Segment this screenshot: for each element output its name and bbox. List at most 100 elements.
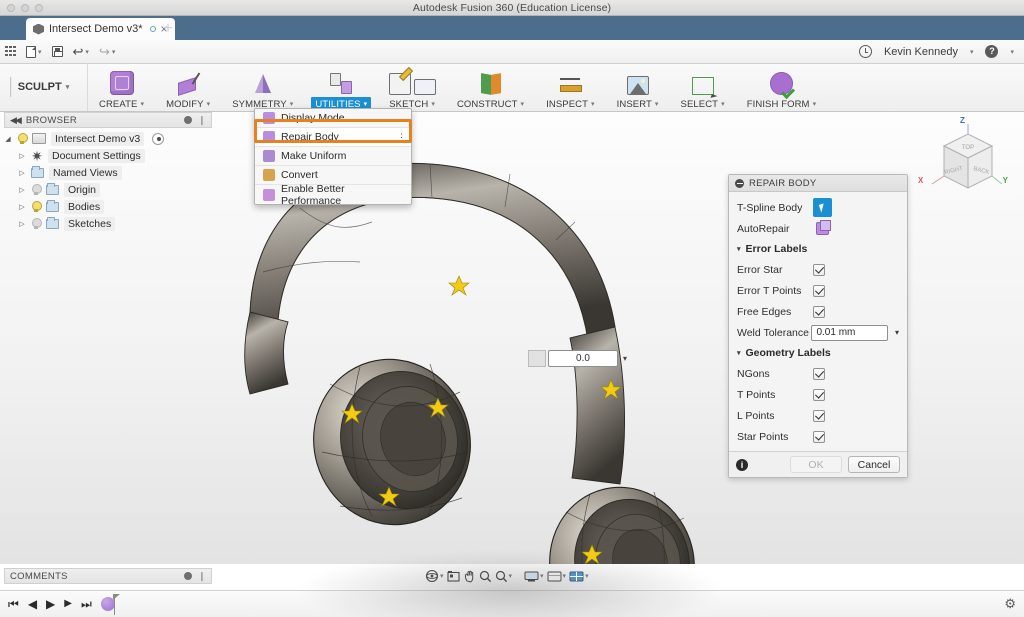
- redo-button[interactable]: ↪ ▾: [94, 40, 120, 64]
- group-error-labels[interactable]: ▾ Error Labels: [729, 239, 907, 259]
- expand-arrow-icon[interactable]: ▷: [18, 203, 26, 211]
- dialog-body: T-Spline Body AutoRepair ▾ Error Labels …: [729, 192, 907, 447]
- autorepair-button[interactable]: [813, 219, 832, 238]
- show-data-panel-button[interactable]: [0, 40, 21, 64]
- timeline-feature-marker[interactable]: [101, 594, 121, 614]
- ribbon-group-select[interactable]: SELECT▾: [670, 63, 736, 111]
- checkbox-error-t-points[interactable]: [813, 285, 825, 297]
- help-icon[interactable]: ?: [985, 45, 998, 58]
- checkbox-l-points[interactable]: [813, 410, 825, 422]
- timeline-go-to-end-button[interactable]: ⏭: [81, 598, 92, 610]
- new-tab-button[interactable]: +: [155, 18, 181, 40]
- timeline-step-back-button[interactable]: ◀: [28, 598, 37, 610]
- save-button[interactable]: [47, 40, 68, 64]
- ribbon-group-sketch[interactable]: SKETCH▾: [378, 63, 446, 111]
- expand-arrow-icon[interactable]: ▷: [18, 169, 26, 177]
- expand-arrow-icon[interactable]: ▷: [18, 152, 26, 160]
- menu-overflow-icon[interactable]: ⋮: [397, 134, 403, 141]
- value-input[interactable]: 0.0: [548, 350, 618, 367]
- checkbox-free-edges[interactable]: [813, 306, 825, 318]
- viewports-button[interactable]: ▾: [569, 570, 589, 583]
- document-tab-label: Intersect Demo v3*: [49, 23, 143, 35]
- timeline-play-button[interactable]: ▶: [46, 598, 55, 610]
- ribbon-group-finish-form[interactable]: FINISH FORM▾: [736, 63, 827, 111]
- chevron-down-icon[interactable]: ▾: [623, 354, 627, 363]
- group-geometry-labels[interactable]: ▾ Geometry Labels: [729, 343, 907, 363]
- visibility-bulb-icon[interactable]: [31, 201, 41, 213]
- ribbon-group-modify[interactable]: MODIFY▾: [155, 63, 221, 111]
- ribbon-group-insert[interactable]: INSERT▾: [606, 63, 670, 111]
- tree-item-named-views[interactable]: ▷ Named Views: [4, 164, 214, 181]
- expand-arrow-icon[interactable]: ▷: [18, 220, 26, 228]
- ribbon-group-construct[interactable]: CONSTRUCT▾: [446, 63, 535, 111]
- dialog-menu-icon[interactable]: [735, 179, 744, 188]
- chevron-down-icon[interactable]: ▾: [970, 48, 974, 56]
- expand-arrow-icon[interactable]: ◢: [4, 135, 12, 143]
- visibility-bulb-icon[interactable]: [17, 133, 27, 145]
- settings-gear-icon[interactable]: ⚙: [1004, 596, 1016, 612]
- view-cube-graphic[interactable]: TOP RIGHT BACK: [916, 116, 1010, 208]
- window-titlebar: Autodesk Fusion 360 (Education License): [0, 0, 1024, 16]
- construct-icon: [480, 73, 502, 95]
- browser-options-icon[interactable]: [184, 116, 192, 124]
- ribbon-group-symmetry[interactable]: SYMMETRY▾: [221, 63, 304, 111]
- look-at-button[interactable]: [447, 570, 460, 583]
- tree-item-origin[interactable]: ▷ Origin: [4, 181, 214, 198]
- info-icon[interactable]: i: [736, 459, 748, 471]
- utilities-dropdown-menu[interactable]: Display Mode Repair Body ⋮ Make Uniform …: [254, 108, 412, 205]
- zoom-window-button[interactable]: ▾: [495, 570, 513, 583]
- visibility-bulb-icon[interactable]: [31, 218, 41, 230]
- tree-item-document-settings[interactable]: ▷ Document Settings: [4, 147, 214, 164]
- document-tab[interactable]: Intersect Demo v3* ×: [26, 18, 175, 40]
- orbit-icon: [425, 569, 439, 583]
- visibility-bulb-icon[interactable]: [31, 184, 41, 196]
- chevron-down-icon[interactable]: ▾: [895, 328, 899, 337]
- ribbon-group-inspect[interactable]: INSPECT▾: [535, 63, 606, 111]
- ribbon-label-construct: CONSTRUCT: [457, 99, 518, 110]
- checkbox-ngons[interactable]: [813, 368, 825, 380]
- view-cube[interactable]: TOP RIGHT BACK Z X Y: [916, 116, 1010, 208]
- comments-options-icon[interactable]: [184, 572, 192, 580]
- tree-item-label: Named Views: [49, 166, 122, 180]
- user-menu-label[interactable]: Kevin Kennedy: [884, 46, 958, 58]
- repair-body-dialog[interactable]: REPAIR BODY T-Spline Body AutoRepair ▾ E…: [728, 174, 908, 478]
- display-settings-button[interactable]: ▾: [524, 570, 544, 583]
- value-drag-handle[interactable]: [528, 350, 546, 367]
- checkbox-t-points[interactable]: [813, 389, 825, 401]
- collapse-browser-icon[interactable]: ◀◀: [10, 115, 20, 126]
- zoom-button[interactable]: [479, 570, 492, 583]
- pan-button[interactable]: [463, 570, 476, 583]
- timeline-go-to-beginning-button[interactable]: ⏮: [8, 598, 19, 610]
- ok-button[interactable]: OK: [790, 456, 842, 473]
- ribbon-group-create[interactable]: CREATE▾: [88, 63, 155, 111]
- checkbox-error-star[interactable]: [813, 264, 825, 276]
- expand-arrow-icon[interactable]: ▷: [18, 186, 26, 194]
- tree-item-bodies[interactable]: ▷ Bodies: [4, 198, 214, 215]
- cancel-button[interactable]: Cancel: [848, 456, 900, 473]
- orbit-button[interactable]: ▾: [425, 569, 444, 583]
- component-eye-icon[interactable]: [152, 133, 164, 145]
- group-title-error-labels: Error Labels: [746, 243, 808, 255]
- timeline-step-forward-button[interactable]: ▶: [64, 599, 72, 609]
- tspline-body-select-button[interactable]: [813, 198, 832, 217]
- tree-item-sketches[interactable]: ▷ Sketches: [4, 215, 214, 232]
- workspace-selector[interactable]: SCULPT ▾: [0, 63, 88, 111]
- browser-resize-grip[interactable]: ❙: [198, 115, 206, 126]
- file-menu-button[interactable]: ▾: [21, 40, 47, 64]
- chevron-down-icon[interactable]: ▾: [1010, 48, 1014, 56]
- menu-item-make-uniform[interactable]: Make Uniform: [255, 147, 411, 166]
- job-status-clock-icon[interactable]: [859, 45, 872, 58]
- grid-snap-button[interactable]: ▾: [547, 570, 567, 583]
- menu-item-enable-better-performance[interactable]: Enable Better Performance: [255, 185, 411, 204]
- checkbox-star-points[interactable]: [813, 431, 825, 443]
- undo-button[interactable]: ↩ ▾: [68, 40, 94, 64]
- menu-item-repair-body[interactable]: Repair Body ⋮: [255, 128, 411, 147]
- tree-item-label: Origin: [64, 183, 100, 197]
- value-input-group[interactable]: 0.0 ▾: [548, 349, 636, 368]
- browser-panel-header: ◀◀ BROWSER ❙: [4, 112, 212, 128]
- ribbon-group-utilities[interactable]: UTILITIES▾: [304, 63, 378, 111]
- weld-tolerance-input[interactable]: 0.01 mm: [811, 325, 888, 341]
- tree-item-root[interactable]: ◢ Intersect Demo v3: [4, 130, 214, 147]
- comments-resize-grip[interactable]: ❙: [198, 571, 206, 582]
- menu-item-display-mode[interactable]: Display Mode: [255, 109, 411, 128]
